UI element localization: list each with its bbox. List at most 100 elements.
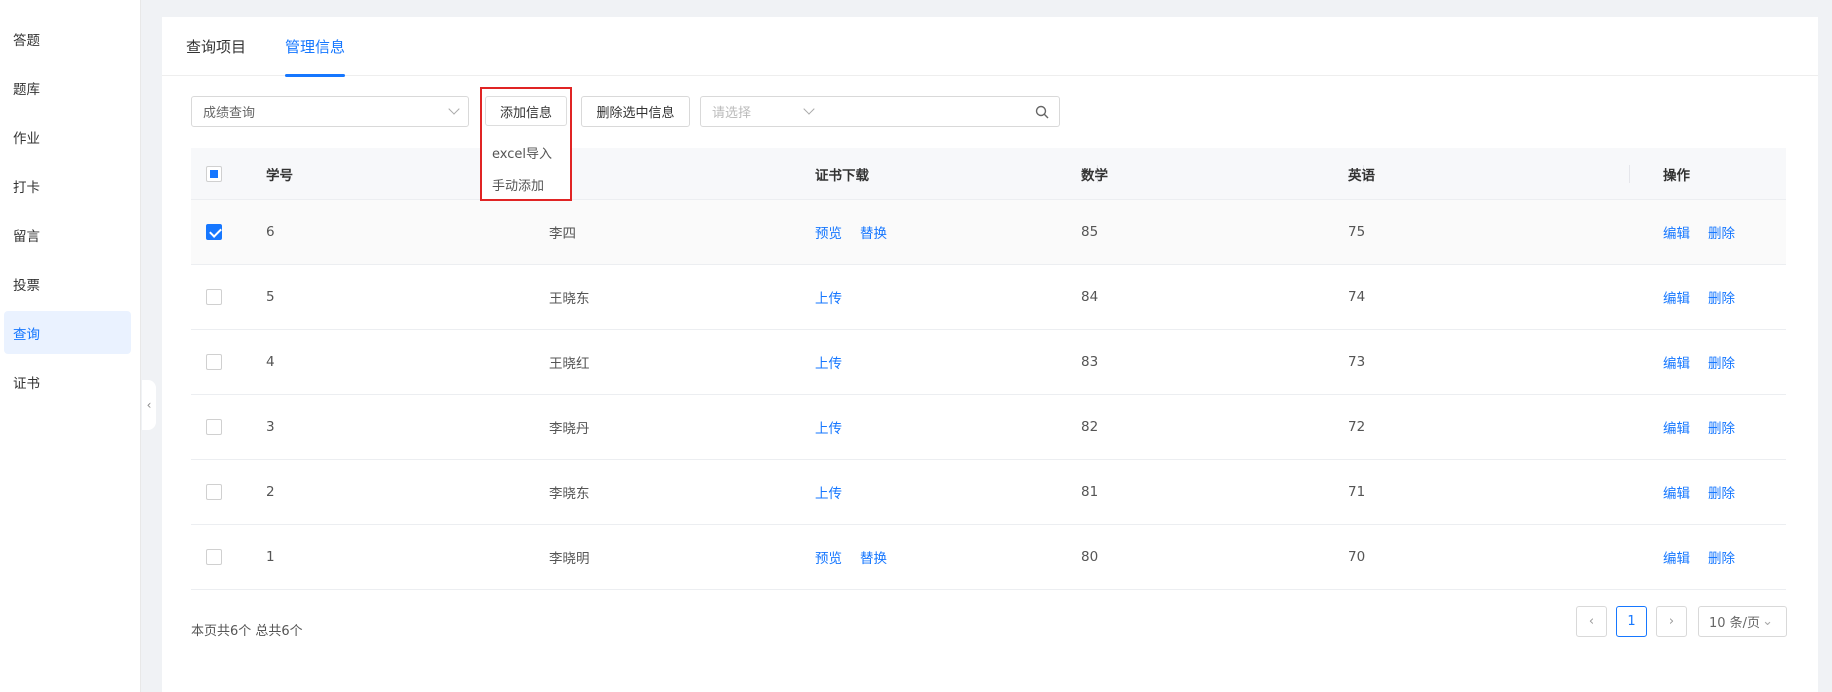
add-info-dropdown: 添加信息 excel导入 手动添加 xyxy=(480,87,572,201)
sidebar-item-homework[interactable]: 作业 xyxy=(4,115,131,158)
table-row[interactable]: 2 李晓东 上传 81 71 编辑 删除 xyxy=(191,460,1786,525)
sidebar-item-question-bank[interactable]: 题库 xyxy=(4,66,131,109)
search-input[interactable] xyxy=(829,101,1009,122)
cell-math: 82 xyxy=(1081,419,1099,435)
page-size-select[interactable]: 10 条/页 ⌄ xyxy=(1698,606,1787,637)
cell-student-id: 6 xyxy=(266,224,275,240)
table-row[interactable]: 5 王晓东 上传 84 74 编辑 删除 xyxy=(191,265,1786,330)
preview-link[interactable]: 预览 xyxy=(815,547,842,567)
sidebar-item-vote[interactable]: 投票 xyxy=(4,262,131,305)
edit-link[interactable]: 编辑 xyxy=(1663,222,1690,242)
sidebar-item-message[interactable]: 留言 xyxy=(4,213,131,256)
edit-link[interactable]: 编辑 xyxy=(1663,352,1690,372)
row-checkbox[interactable] xyxy=(206,224,222,240)
edit-link[interactable]: 编辑 xyxy=(1663,482,1690,502)
sidebar-item-checkin[interactable]: 打卡 xyxy=(4,164,131,207)
select-all-checkbox[interactable] xyxy=(206,166,222,182)
cell-name: 李晓丹 xyxy=(549,421,590,437)
delete-link[interactable]: 删除 xyxy=(1708,417,1735,437)
tab-label: 管理信息 xyxy=(285,38,346,56)
chevron-down-icon: ⌄ xyxy=(1762,614,1773,629)
cell-english: 70 xyxy=(1348,549,1366,565)
row-checkbox[interactable] xyxy=(206,354,222,370)
row-checkbox[interactable] xyxy=(206,549,222,565)
cell-math: 83 xyxy=(1081,354,1099,370)
table-row[interactable]: 1 李晓明 预览 替换 80 70 编辑 删除 xyxy=(191,525,1786,590)
cell-name: 李晓明 xyxy=(549,551,590,567)
cell-name: 李晓东 xyxy=(549,486,590,502)
sidebar-item-answer[interactable]: 答题 xyxy=(4,17,131,60)
page-size-value: 10 条/页 xyxy=(1709,616,1761,631)
sidebar-item-label: 留言 xyxy=(13,228,40,245)
delete-link[interactable]: 删除 xyxy=(1708,547,1735,567)
cell-math: 80 xyxy=(1081,549,1099,565)
filter-select[interactable]: 请选择 xyxy=(700,96,824,127)
select-placeholder: 请选择 xyxy=(712,106,752,121)
search-box xyxy=(823,96,1060,127)
header-divider xyxy=(1629,165,1630,183)
delete-link[interactable]: 删除 xyxy=(1708,287,1735,307)
prev-page-button[interactable]: ‹ xyxy=(1576,606,1607,637)
sidebar-item-query[interactable]: 查询 xyxy=(4,311,131,354)
select-value: 成绩查询 xyxy=(203,106,256,121)
button-label: 添加信息 xyxy=(499,105,552,121)
replace-link[interactable]: 替换 xyxy=(860,222,887,242)
edit-link[interactable]: 编辑 xyxy=(1663,547,1690,567)
chevron-down-icon xyxy=(448,103,460,115)
sidebar: 答题 题库 作业 打卡 留言 投票 查询 证书 xyxy=(0,0,141,692)
cell-english: 72 xyxy=(1348,419,1366,435)
add-info-button[interactable]: 添加信息 xyxy=(485,96,567,126)
cell-name: 王晓东 xyxy=(549,291,590,307)
row-checkbox[interactable] xyxy=(206,484,222,500)
tab-manage-info[interactable]: 管理信息 xyxy=(285,17,346,77)
query-type-select[interactable]: 成绩查询 xyxy=(191,96,469,127)
preview-link[interactable]: 预览 xyxy=(815,222,842,242)
sidebar-item-label: 证书 xyxy=(13,375,40,392)
sidebar-item-label: 答题 xyxy=(13,32,40,49)
chevron-left-icon: ‹ xyxy=(146,398,152,412)
menu-item-manual-add[interactable]: 手动添加 xyxy=(492,175,544,194)
cell-math: 84 xyxy=(1081,289,1099,305)
menu-item-excel-import[interactable]: excel导入 xyxy=(492,143,552,162)
next-page-button[interactable]: › xyxy=(1656,606,1687,637)
cell-english: 71 xyxy=(1348,484,1366,500)
main-panel: 查询项目 管理信息 成绩查询 删除选中信息 请选择 学号 名 证书下载 数学 英… xyxy=(162,17,1818,692)
cell-name: 王晓红 xyxy=(549,356,590,372)
delete-link[interactable]: 删除 xyxy=(1708,222,1735,242)
cell-english: 73 xyxy=(1348,354,1366,370)
sidebar-item-label: 投票 xyxy=(13,277,40,294)
cell-student-id: 1 xyxy=(266,549,275,565)
delete-link[interactable]: 删除 xyxy=(1708,482,1735,502)
upload-link[interactable]: 上传 xyxy=(815,482,842,502)
table-row[interactable]: 6 李四 预览 替换 85 75 编辑 删除 xyxy=(191,200,1786,265)
header-english: 英语 xyxy=(1348,168,1375,184)
edit-link[interactable]: 编辑 xyxy=(1663,417,1690,437)
table-row[interactable]: 3 李晓丹 上传 82 72 编辑 删除 xyxy=(191,395,1786,460)
edit-link[interactable]: 编辑 xyxy=(1663,287,1690,307)
cell-student-id: 4 xyxy=(266,354,275,370)
chevron-left-icon: ‹ xyxy=(1588,614,1595,629)
sidebar-item-certificate[interactable]: 证书 xyxy=(4,360,131,403)
upload-link[interactable]: 上传 xyxy=(815,287,842,307)
delete-selected-button[interactable]: 删除选中信息 xyxy=(581,96,690,127)
chevron-right-icon: › xyxy=(1668,614,1675,629)
table-row[interactable]: 4 王晓红 上传 83 73 编辑 删除 xyxy=(191,330,1786,395)
upload-link[interactable]: 上传 xyxy=(815,352,842,372)
sidebar-item-label: 查询 xyxy=(13,326,40,343)
page-number-button[interactable]: 1 xyxy=(1616,606,1647,637)
row-checkbox[interactable] xyxy=(206,289,222,305)
sidebar-collapse-handle[interactable]: ‹ xyxy=(142,380,156,430)
delete-link[interactable]: 删除 xyxy=(1708,352,1735,372)
row-checkbox[interactable] xyxy=(206,419,222,435)
upload-link[interactable]: 上传 xyxy=(815,417,842,437)
tab-bar: 查询项目 管理信息 xyxy=(162,17,1818,77)
cell-name: 李四 xyxy=(549,226,576,242)
search-icon[interactable] xyxy=(1035,105,1049,119)
tab-query-project[interactable]: 查询项目 xyxy=(186,17,246,76)
cell-english: 74 xyxy=(1348,289,1366,305)
page-summary: 本页共6个 总共6个 xyxy=(191,624,303,639)
sidebar-item-label: 作业 xyxy=(13,130,40,147)
header-actions: 操作 xyxy=(1663,168,1690,184)
tab-label: 查询项目 xyxy=(186,38,247,56)
replace-link[interactable]: 替换 xyxy=(860,547,887,567)
